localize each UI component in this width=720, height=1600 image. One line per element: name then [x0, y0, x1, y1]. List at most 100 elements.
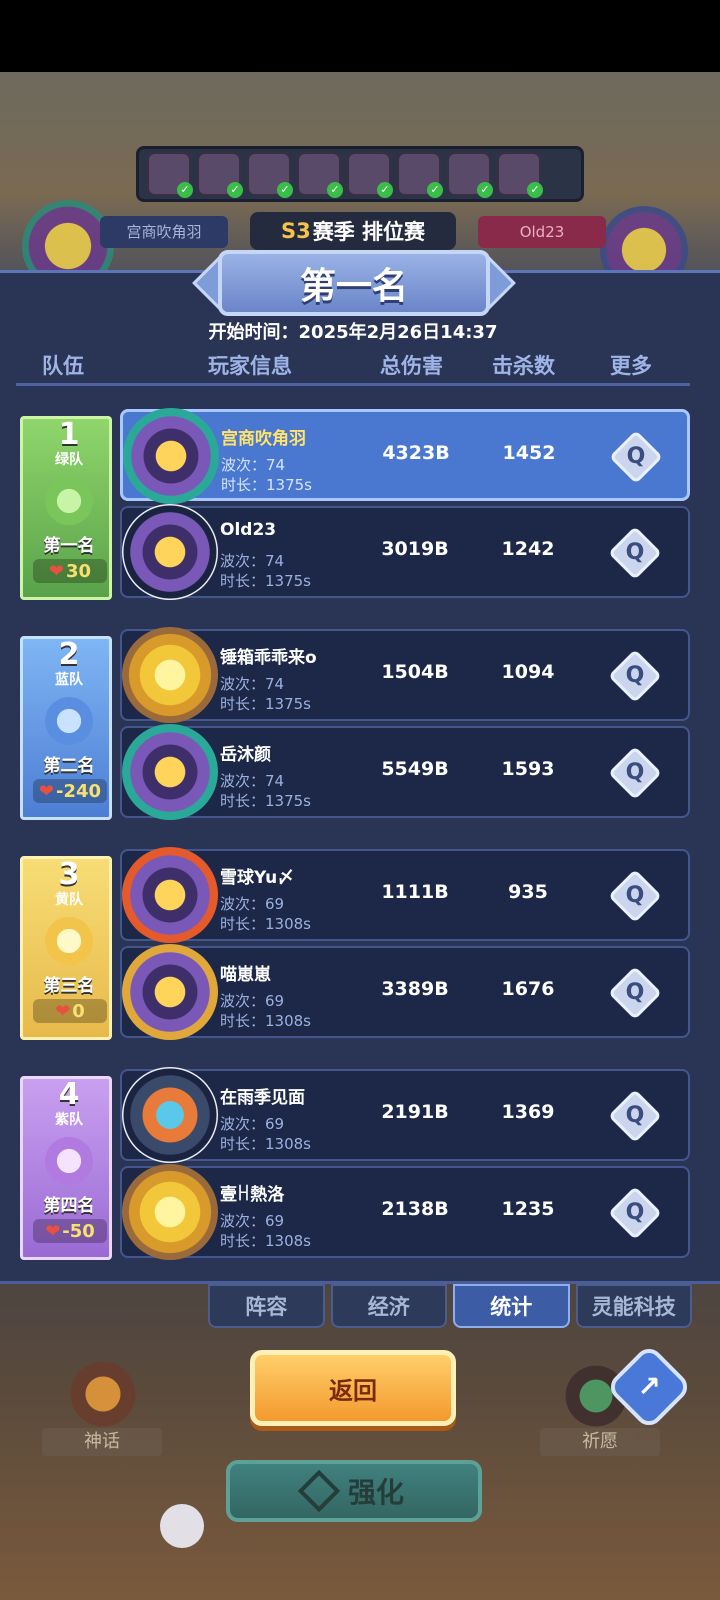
- player-damage: 5549B: [381, 758, 449, 780]
- player-duration: 时长：1375s: [220, 572, 311, 590]
- view-detail-button[interactable]: Q: [609, 430, 663, 484]
- team-badge-purple: 4 紫队 第四名 ❤ -50: [20, 1076, 112, 1260]
- status-bar: [0, 0, 720, 72]
- player-row[interactable]: 岳沐颜 波次：74 时长：1375s 5549B 1593 Q: [120, 724, 690, 820]
- player-damage: 3389B: [381, 978, 449, 1000]
- player-kills: 1593: [501, 758, 555, 780]
- magnifier-icon: Q: [625, 883, 645, 908]
- title-banner: 第一名: [192, 250, 516, 316]
- player-duration: 时长：1308s: [220, 1012, 311, 1030]
- team-name: 蓝队: [55, 672, 83, 688]
- share-icon: ↗: [637, 1370, 661, 1403]
- magnifier-icon: Q: [625, 1200, 645, 1225]
- player-name: 喵崽崽: [220, 965, 271, 985]
- player-name: 壹ꀿ熱洛: [220, 1185, 285, 1205]
- player-row[interactable]: 宫商吹角羽 波次：74 时长：1375s 4323B 1452 Q: [120, 408, 690, 504]
- tab-statistics[interactable]: 统计: [453, 1284, 570, 1328]
- player-row[interactable]: 在雨季见面 波次：69 时长：1308s 2191B 1369 Q: [120, 1067, 690, 1163]
- player-row[interactable]: 壹ꀿ熱洛 波次：69 时长：1308s 2138B 1235 Q: [120, 1164, 690, 1260]
- swirl-icon: [39, 691, 99, 751]
- player-wave: 波次：74: [220, 675, 285, 693]
- player-damage: 1111B: [381, 881, 449, 903]
- player-damage: 2138B: [381, 1198, 449, 1220]
- team-score: ❤ -50: [33, 1219, 107, 1243]
- view-detail-button[interactable]: Q: [608, 526, 662, 580]
- team-score: ❤ 30: [33, 559, 107, 583]
- star-icon: [39, 911, 99, 971]
- player-wave: 波次：69: [220, 895, 285, 913]
- right-player-name: Old23: [478, 216, 606, 248]
- player-duration: 时长：1375s: [220, 695, 311, 713]
- tab-psionic-tech[interactable]: 灵能科技: [575, 1284, 692, 1328]
- ghost-character: [160, 1504, 204, 1548]
- player-duration: 时长：1375s: [220, 792, 311, 810]
- team-badge-green: 1 绿队 第一名 ❤ 30: [20, 416, 112, 600]
- player-name: 岳沐颜: [220, 745, 271, 765]
- hero-mini-icon: [147, 152, 193, 198]
- team-score-value: -50: [62, 1220, 95, 1242]
- player-wave: 波次：74: [220, 552, 285, 570]
- player-name: 在雨季见面: [220, 1088, 305, 1108]
- heart-icon: ❤: [48, 560, 65, 582]
- team-name: 黄队: [55, 892, 83, 908]
- player-kills: 1369: [501, 1101, 555, 1123]
- heart-icon: ❤: [38, 780, 55, 802]
- team-rank: 第三名: [43, 976, 95, 996]
- view-detail-button[interactable]: Q: [608, 1186, 662, 1240]
- hero-mini-icon: [497, 152, 543, 198]
- player-name: 宫商吹角羽: [221, 429, 306, 449]
- tab-lineup[interactable]: 阵容: [208, 1284, 325, 1328]
- avatar: [122, 724, 218, 820]
- enhance-label: 强化: [347, 1476, 404, 1509]
- player-kills: 935: [508, 881, 548, 903]
- player-damage: 3019B: [381, 538, 449, 560]
- view-detail-button[interactable]: Q: [608, 649, 662, 703]
- banner-title: 第一名: [218, 250, 490, 316]
- tab-economy[interactable]: 经济: [330, 1284, 447, 1328]
- header-more: 更多: [610, 354, 652, 378]
- header-damage: 总伤害: [380, 354, 443, 378]
- player-kills: 1094: [501, 661, 555, 683]
- magnifier-icon: Q: [625, 1103, 645, 1128]
- player-wave: 波次：74: [220, 772, 285, 790]
- view-detail-button[interactable]: Q: [608, 1089, 662, 1143]
- magnifier-icon: Q: [625, 663, 645, 688]
- player-row[interactable]: 锤箱乖乖来o 波次：74 时长：1375s 1504B 1094 Q: [120, 627, 690, 723]
- back-button[interactable]: 返回: [250, 1350, 456, 1426]
- team-rank: 第一名: [43, 536, 95, 556]
- player-row[interactable]: 喵崽崽 波次：69 时长：1308s 3389B 1676 Q: [120, 944, 690, 1040]
- player-wave: 波次：69: [220, 992, 285, 1010]
- player-duration: 时长：1308s: [220, 1135, 311, 1153]
- team-badge-blue: 2 蓝队 第二名 ❤ -240: [20, 636, 112, 820]
- team-name: 绿队: [55, 452, 83, 468]
- avatar: [122, 1067, 218, 1163]
- player-wave: 波次：74: [221, 456, 286, 474]
- header-team: 队伍: [42, 354, 84, 378]
- player-row[interactable]: 雪球Yu〆 波次：69 时长：1308s 1111B 935 Q: [120, 847, 690, 943]
- player-wave: 波次：69: [220, 1115, 285, 1133]
- avatar: [122, 627, 218, 723]
- player-damage: 1504B: [381, 661, 449, 683]
- avatar: [122, 944, 218, 1040]
- team-score-value: 0: [72, 1000, 85, 1022]
- view-detail-button[interactable]: Q: [608, 869, 662, 923]
- player-row[interactable]: Old23 波次：74 时长：1375s 3019B 1242 Q: [120, 504, 690, 600]
- player-name: 雪球Yu〆: [220, 868, 295, 888]
- hero-mini-icon: [297, 152, 343, 198]
- team-badge-yellow: 3 黄队 第三名 ❤ 0: [20, 856, 112, 1040]
- player-duration: 时长：1375s: [221, 476, 312, 494]
- player-damage: 4323B: [382, 442, 450, 464]
- view-detail-button[interactable]: Q: [608, 746, 662, 800]
- vortex-icon: [39, 1131, 99, 1191]
- magnifier-icon: Q: [625, 980, 645, 1005]
- enhance-icon: [297, 1469, 341, 1513]
- season-label: S3 赛季 排位赛: [250, 212, 456, 250]
- season-title: 赛季 排位赛: [312, 220, 426, 244]
- player-duration: 时长：1308s: [220, 1232, 311, 1250]
- myth-emblem-icon: [60, 1356, 146, 1432]
- view-detail-button[interactable]: Q: [608, 966, 662, 1020]
- enhance-button: 强化: [226, 1460, 482, 1522]
- hero-mini-icon: [447, 152, 493, 198]
- avatar: [122, 1164, 218, 1260]
- hero-mini-icon: [197, 152, 243, 198]
